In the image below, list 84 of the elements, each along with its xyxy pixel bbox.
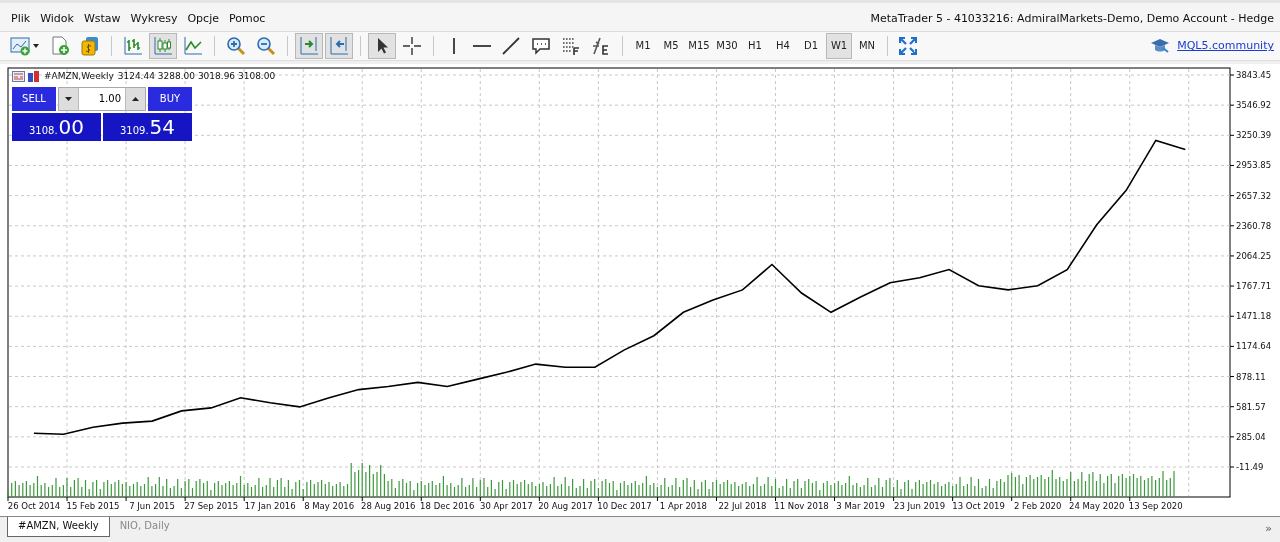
chart-window-icon [12, 70, 25, 82]
diagonal-line-icon [501, 35, 521, 56]
timeframe-button[interactable]: M1 [630, 32, 656, 59]
line-chart-icon [183, 35, 203, 56]
timeframe-button[interactable]: M15 [686, 32, 712, 59]
window-title: MetaTrader 5 - 41033216: AdmiralMarkets-Demo, Demo Account - Hedge [870, 11, 1275, 25]
date-axis-label: 18 Dec 2016 [420, 500, 475, 511]
autoscroll-button[interactable] [295, 32, 323, 59]
price-axis-label: 2064.25 [1236, 250, 1272, 261]
chart-tab[interactable]: #AMZN, Weekly [7, 517, 110, 538]
sell-price: 3108.00 [12, 112, 101, 141]
price-axis-label: 3843.45 [1236, 69, 1272, 80]
timeframe-button[interactable]: M30 [714, 32, 740, 59]
coins-icon [80, 35, 100, 56]
sell-button[interactable]: SELL [12, 86, 56, 111]
ohlc-values: 3124.44 3288.00 3018.96 3108.00 [117, 71, 276, 82]
date-axis-label: 23 Jun 2019 [894, 500, 946, 511]
price-axis-label: 1471.18 [1236, 310, 1272, 321]
zoom-in-icon [226, 35, 246, 56]
document-add-icon [50, 35, 70, 56]
horizontal-line-icon [473, 44, 491, 47]
date-axis-label: 2 Feb 2020 [1013, 500, 1062, 511]
date-axis-label: 24 May 2020 [1069, 500, 1125, 511]
menu-item[interactable]: Wykresy [125, 11, 183, 25]
timeframe-button[interactable]: W1 [826, 32, 852, 59]
candles-button[interactable] [149, 32, 177, 59]
date-axis-label: 8 May 2016 [304, 500, 355, 511]
price-axis-label: 2953.85 [1236, 160, 1272, 171]
chart-add-icon [10, 35, 40, 56]
menu-item[interactable]: Plik [6, 11, 36, 25]
shift-button[interactable] [325, 32, 353, 59]
price-axis-label: -11.49 [1236, 461, 1264, 472]
date-axis-label: 26 Oct 2014 [7, 500, 61, 511]
community-link[interactable]: MQL5.community [1177, 39, 1274, 53]
speech-bubble-icon [531, 35, 551, 56]
price-axis-label: 2657.32 [1236, 190, 1272, 201]
dotted-grid-icon [561, 35, 581, 56]
menu-item[interactable]: Wstaw [78, 11, 126, 25]
date-axis-label: 28 Aug 2016 [361, 500, 416, 511]
price-axis-label: 581.57 [1236, 401, 1266, 412]
price-axis-label: 285.04 [1236, 431, 1266, 442]
graduation-cap-icon [1150, 37, 1171, 54]
zoom-out-icon [256, 35, 276, 56]
date-axis-label: 27 Sep 2015 [184, 500, 239, 511]
price-axis-label: 878.11 [1236, 371, 1266, 382]
date-axis-label: 22 Jul 2018 [718, 500, 767, 511]
date-axis-label: 17 Jan 2016 [244, 500, 296, 511]
menu-item[interactable]: Opcje [182, 11, 224, 25]
candlestick-icon [153, 35, 173, 56]
fullscreen-icon[interactable] [899, 36, 917, 55]
arrow-right-icon [299, 35, 319, 56]
bar-chart-icon [123, 35, 143, 56]
date-axis-label: 1 Apr 2018 [659, 500, 707, 511]
date-axis-label: 7 Jun 2015 [129, 500, 175, 511]
symbol-label: #AMZN,Weekly [44, 71, 114, 82]
vertical-line-icon [453, 37, 455, 54]
arrow-left-icon [329, 35, 349, 56]
timeframe-button[interactable]: D1 [798, 32, 824, 59]
date-axis-label: 30 Apr 2017 [480, 500, 533, 511]
price-axis-label: 1767.71 [1236, 280, 1272, 291]
price-axis-label: 2360.78 [1236, 220, 1272, 231]
price-axis-label: 1174.64 [1236, 341, 1272, 352]
price-axis-label: 3250.39 [1236, 130, 1272, 140]
date-axis-label: 10 Dec 2017 [597, 500, 652, 511]
buy-button[interactable]: BUY [148, 86, 192, 111]
cursor-button[interactable] [368, 32, 396, 59]
date-axis-label: 13 Oct 2019 [952, 500, 1005, 511]
timeframe-button[interactable]: M5 [658, 32, 684, 59]
menu-item[interactable]: Widok [35, 11, 79, 25]
more-tabs-button[interactable]: » [1257, 517, 1280, 541]
date-axis-label: 15 Feb 2015 [66, 500, 120, 511]
timeframe-button[interactable]: H1 [742, 32, 768, 59]
bar-flags-icon [27, 70, 40, 82]
function-icon [591, 35, 611, 56]
menu-item[interactable]: Pomoc [223, 11, 271, 25]
date-axis-label: 11 Nov 2018 [774, 500, 829, 511]
price-axis-label: 3546.92 [1236, 99, 1272, 110]
timeframe-button[interactable]: H4 [770, 32, 796, 59]
timeframe-button[interactable]: MN [854, 32, 880, 59]
date-axis-label: 3 Mar 2019 [836, 500, 885, 511]
buy-price: 3109.54 [103, 112, 192, 141]
crosshair-icon [402, 35, 422, 56]
date-axis-label: 20 Aug 2017 [538, 500, 593, 511]
date-axis-label: 13 Sep 2020 [1128, 500, 1183, 511]
